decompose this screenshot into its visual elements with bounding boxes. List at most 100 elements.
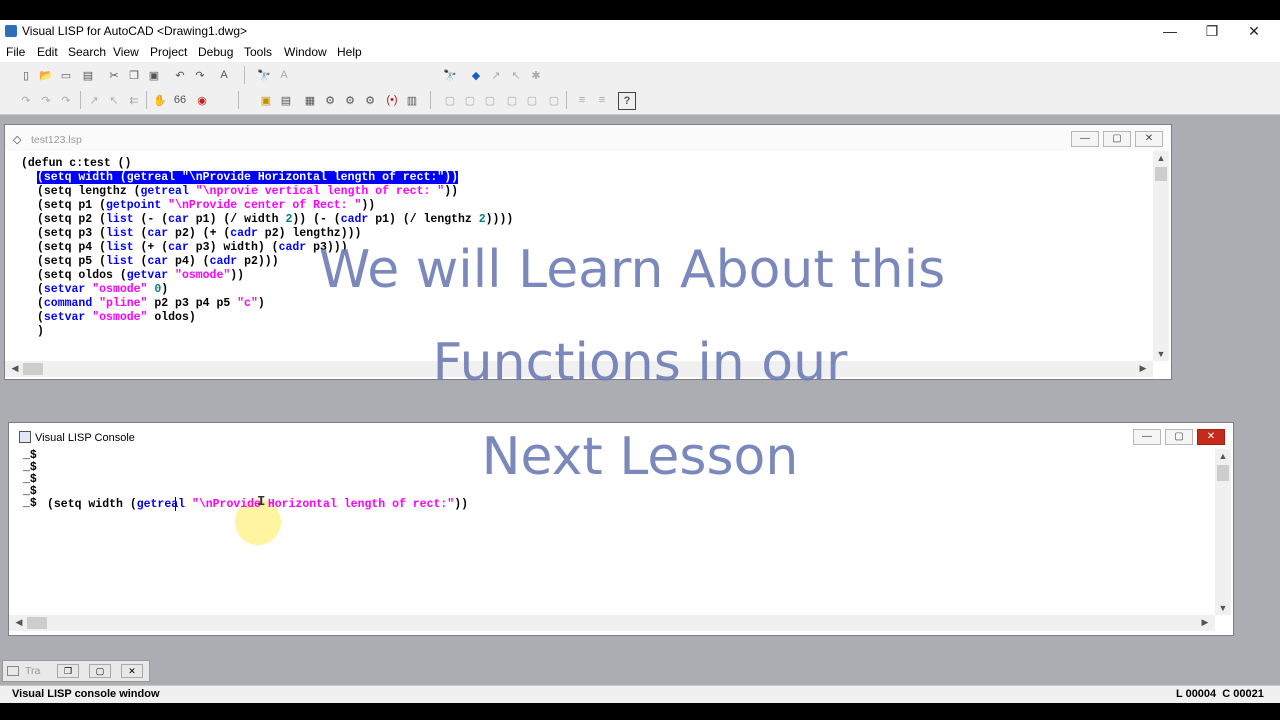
next-bookmark-icon[interactable]: ↗ bbox=[488, 67, 504, 83]
add-watch-icon[interactable]: 66 bbox=[172, 92, 188, 108]
close-button[interactable]: ✕ bbox=[1234, 22, 1274, 40]
code-token: getreal bbox=[126, 171, 176, 184]
code-token: getreal bbox=[140, 185, 189, 198]
activate-autocad-icon[interactable]: ▣ bbox=[258, 92, 274, 108]
quit-icon[interactable]: ↖ bbox=[106, 92, 122, 108]
menu-tools[interactable]: Tools bbox=[244, 45, 272, 59]
inspect-icon[interactable]: ▢ bbox=[504, 92, 520, 108]
check-window-icon[interactable]: ⚙ bbox=[322, 92, 338, 108]
code-token: "\nprovie vertical length of rect: " bbox=[195, 185, 445, 198]
code-token: 2 bbox=[478, 213, 486, 226]
maximize-window-button[interactable]: ▢ bbox=[89, 664, 111, 678]
clear-bookmarks-icon[interactable]: ✱ bbox=[528, 67, 544, 83]
comment-block-icon[interactable]: ▢ bbox=[442, 92, 458, 108]
format-selection-icon[interactable]: (•) bbox=[384, 92, 400, 108]
find-toolbar-icon[interactable]: 🔭 bbox=[442, 67, 458, 83]
step-over-icon[interactable]: ↷ bbox=[38, 92, 54, 108]
scroll-right-icon[interactable]: ▶ bbox=[1197, 617, 1213, 628]
step-into-icon[interactable]: ↷ bbox=[18, 92, 34, 108]
minimize-button[interactable]: — bbox=[1150, 22, 1190, 40]
code-token: ( bbox=[133, 227, 148, 240]
apropos-icon[interactable]: ≡ bbox=[574, 92, 590, 108]
scroll-up-icon[interactable]: ▲ bbox=[1153, 153, 1169, 163]
minimized-window[interactable]: Tra ❐ ▢ ✕ bbox=[2, 660, 150, 682]
menu-project[interactable]: Project bbox=[150, 45, 187, 59]
symbol-service-icon[interactable]: ▢ bbox=[546, 92, 562, 108]
editor-maximize-button[interactable]: ▢ bbox=[1103, 131, 1131, 147]
trace-window-icon bbox=[7, 666, 19, 676]
paste-icon[interactable]: ▣ bbox=[146, 67, 162, 83]
redo-icon[interactable]: ↷ bbox=[192, 67, 208, 83]
reset-icon[interactable]: ⇇ bbox=[126, 92, 142, 108]
load-selection-icon[interactable]: ▦ bbox=[302, 92, 318, 108]
menu-help[interactable]: Help bbox=[337, 45, 362, 59]
step-out-icon[interactable]: ↷ bbox=[58, 92, 74, 108]
menu-view[interactable]: View bbox=[113, 45, 139, 59]
cut-icon[interactable]: ✂ bbox=[106, 67, 122, 83]
prev-bookmark-icon[interactable]: ↖ bbox=[508, 67, 524, 83]
code-line: (setq p3 (list (car p2) (+ (cadr p2) len… bbox=[37, 227, 361, 241]
close-window-button[interactable]: ✕ bbox=[121, 664, 143, 678]
code-token: "\nProvide Horizontal length of rect:" bbox=[191, 498, 455, 511]
code-token: (setq p1 ( bbox=[37, 199, 107, 212]
code-token: oldos) bbox=[147, 311, 196, 324]
find-icon[interactable]: 🔭 bbox=[256, 67, 272, 83]
help-icon[interactable]: ? bbox=[618, 92, 636, 110]
menu-file[interactable]: File bbox=[6, 45, 25, 59]
restore-button[interactable]: ❐ bbox=[1192, 22, 1232, 40]
scroll-thumb[interactable] bbox=[27, 617, 47, 629]
code-token: p1) (/ width bbox=[188, 213, 286, 226]
replace-icon[interactable]: A bbox=[276, 67, 292, 83]
code-line: (setvar "osmode" oldos) bbox=[37, 311, 196, 325]
last-break-icon[interactable]: ◉ bbox=[194, 92, 210, 108]
code-token: getpoint bbox=[106, 199, 162, 212]
console-horizontal-scrollbar[interactable]: ◀ ▶ bbox=[9, 615, 1215, 631]
scroll-down-icon[interactable]: ▼ bbox=[1215, 603, 1231, 613]
undo-icon[interactable]: ↶ bbox=[172, 67, 188, 83]
menu-edit[interactable]: Edit bbox=[37, 45, 58, 59]
scroll-left-icon[interactable]: ◀ bbox=[11, 617, 27, 628]
check-selection-icon[interactable]: ⚙ bbox=[342, 92, 358, 108]
code-token: )) bbox=[454, 498, 468, 511]
console-prompt: _$ bbox=[23, 497, 37, 510]
trace-icon[interactable]: ▢ bbox=[524, 92, 540, 108]
menu-search[interactable]: Search bbox=[68, 45, 106, 59]
uncomment-block-icon[interactable]: ▢ bbox=[462, 92, 478, 108]
toolbar-separator bbox=[80, 91, 81, 109]
breakpoint-icon[interactable]: ✋ bbox=[152, 92, 168, 108]
menu-debug[interactable]: Debug bbox=[198, 45, 233, 59]
toolbar-separator bbox=[244, 66, 245, 84]
help-icon-2[interactable]: ▢ bbox=[482, 92, 498, 108]
editor-title-bar: ◇ test123.lsp — ▢ ✕ bbox=[5, 125, 1171, 151]
code-token: "\nProvide Horizontal length of rect:" bbox=[181, 171, 445, 184]
code-token: (setq lengthz ( bbox=[37, 185, 141, 198]
scroll-thumb[interactable] bbox=[1155, 167, 1167, 181]
overlay-line-1: We will Learn About this bbox=[318, 240, 946, 300]
toolbars: ▯ 📂 ▭ ▤ ✂ ❐ ▣ ↶ ↷ A 🔭 A ▼ 🔭 ◆ ↗ ↖ ✱ ↷ ↷ … bbox=[0, 62, 1280, 147]
copy-icon[interactable]: ❐ bbox=[126, 67, 142, 83]
open-file-icon[interactable]: 📂 bbox=[38, 67, 54, 83]
new-file-icon[interactable]: ▯ bbox=[18, 67, 34, 83]
vlisp-console-icon[interactable]: ▥ bbox=[404, 92, 420, 108]
app-title: Visual LISP for AutoCAD <Drawing1.dwg> bbox=[22, 24, 248, 38]
complete-word-icon[interactable]: A bbox=[216, 67, 232, 83]
lsp-file-icon: ◇ bbox=[13, 134, 22, 146]
editor-minimize-button[interactable]: — bbox=[1071, 131, 1099, 147]
restore-window-button[interactable]: ❐ bbox=[57, 664, 79, 678]
code-line: (setq p2 (list (- (car p1) (/ width 2)) … bbox=[37, 213, 513, 227]
menu-window[interactable]: Window bbox=[284, 45, 327, 59]
load-window-icon[interactable]: ▤ bbox=[278, 92, 294, 108]
toggle-bookmark-icon[interactable]: ◆ bbox=[468, 67, 484, 83]
continue-icon[interactable]: ↗ bbox=[86, 92, 102, 108]
format-window-icon[interactable]: ⚙ bbox=[362, 92, 378, 108]
code-token: list bbox=[106, 213, 134, 226]
save-icon[interactable]: ▭ bbox=[58, 67, 74, 83]
error-trace-icon[interactable]: ≡ bbox=[594, 92, 610, 108]
code-token: list bbox=[106, 227, 134, 240]
print-icon[interactable]: ▤ bbox=[80, 67, 96, 83]
editor-close-button[interactable]: ✕ bbox=[1135, 131, 1163, 147]
code-token: "\nProvide center of Rect: " bbox=[168, 199, 362, 212]
code-token: (- ( bbox=[133, 213, 169, 226]
code-token: (setq width ( bbox=[37, 171, 127, 184]
